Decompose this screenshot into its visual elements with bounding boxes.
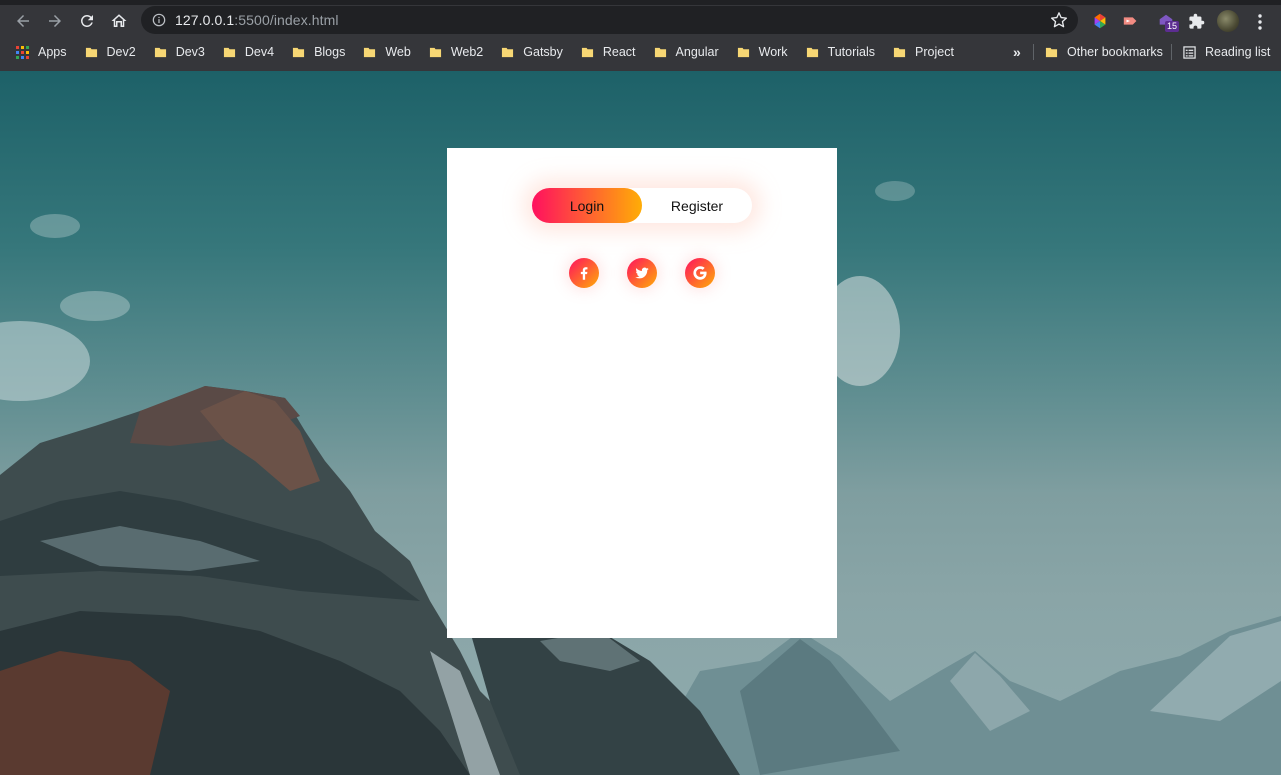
extension-badge: 15: [1165, 21, 1180, 32]
url-path: :5500/index.html: [234, 12, 339, 28]
bookmark-folder-dev2[interactable]: Dev2: [85, 45, 136, 59]
bookmarks-divider: [1033, 36, 1034, 68]
folder-icon: [154, 47, 166, 57]
folder-icon: [502, 47, 514, 57]
folder-icon: [1045, 47, 1058, 57]
browser-chrome: 127.0.0.1:5500/index.html 15 Apps Dev2 D…: [0, 0, 1281, 71]
url-host: 127.0.0.1: [175, 12, 235, 28]
forward-button[interactable]: [42, 8, 68, 34]
bookmark-label: Tutorials: [827, 45, 876, 59]
folder-icon: [654, 47, 666, 57]
bookmark-folder-angular[interactable]: Angular: [654, 45, 719, 59]
login-tab-button[interactable]: Login: [532, 188, 642, 223]
folder-icon: [292, 47, 305, 57]
bookmark-label: Web: [385, 45, 411, 59]
bookmark-folder-web2[interactable]: Web2: [429, 45, 483, 59]
twitter-login-button[interactable]: [627, 258, 657, 288]
bookmark-label: Gatsby: [523, 45, 563, 59]
other-bookmarks-label: Other bookmarks: [1067, 45, 1163, 59]
puzzle-extensions-icon[interactable]: [1186, 11, 1206, 31]
bookmark-label: React: [602, 45, 636, 59]
reading-list-button[interactable]: Reading list: [1183, 36, 1270, 68]
folder-icon: [806, 47, 818, 57]
bookmark-folder-web[interactable]: Web: [363, 45, 411, 59]
bookmark-folder-dev4[interactable]: Dev4: [223, 45, 274, 59]
bookmark-star-icon[interactable]: [1050, 11, 1068, 29]
bookmark-folder-dev3[interactable]: Dev3: [154, 45, 205, 59]
video-extension-icon[interactable]: [1121, 11, 1141, 31]
bookmarks-bar: Apps Dev2 Dev3 Dev4 Blogs Web Web2 Gatsb…: [0, 36, 1281, 68]
other-bookmarks-folder[interactable]: Other bookmarks: [1045, 36, 1163, 68]
reload-icon: [80, 14, 93, 27]
bookmark-folder-react[interactable]: React: [581, 45, 636, 59]
google-login-button[interactable]: [685, 258, 715, 288]
folder-icon: [85, 47, 97, 57]
twitter-icon: [635, 267, 649, 279]
facebook-login-button[interactable]: [569, 258, 599, 288]
folder-icon: [364, 47, 376, 57]
bookmark-label: Blogs: [314, 45, 346, 59]
profile-avatar[interactable]: [1217, 10, 1239, 32]
auth-card: Login Register: [447, 148, 837, 638]
bookmark-folder-work[interactable]: Work: [737, 45, 788, 59]
page-viewport: Login Register: [0, 71, 1281, 775]
bookmark-folder-project[interactable]: Project: [893, 45, 954, 59]
bookmark-label: Angular: [675, 45, 719, 59]
bookmark-folder-blogs[interactable]: Blogs: [292, 45, 345, 59]
reading-list-icon: [1183, 45, 1196, 59]
home-button[interactable]: [106, 8, 132, 34]
folder-icon: [223, 47, 235, 57]
bookmark-label: Dev2: [106, 45, 136, 59]
forward-arrow-icon: [49, 14, 61, 27]
bookmark-label: Dev3: [175, 45, 205, 59]
reading-list-label: Reading list: [1205, 45, 1271, 59]
browser-toolbar: 127.0.0.1:5500/index.html 15: [0, 5, 1281, 36]
bookmark-folder-tutorials[interactable]: Tutorials: [806, 45, 875, 59]
folder-icon: [893, 47, 906, 57]
register-tab-button[interactable]: Register: [642, 188, 752, 223]
back-arrow-icon: [17, 14, 29, 27]
url-text: 127.0.0.1:5500/index.html: [175, 12, 339, 28]
folder-icon: [581, 47, 593, 57]
google-icon: [693, 266, 707, 280]
color-picker-extension-icon[interactable]: [1090, 11, 1110, 31]
bookmark-label: Work: [758, 45, 788, 59]
auth-tab-toggle: Login Register: [532, 188, 752, 223]
folder-icon: [429, 47, 441, 57]
bookmark-folder-gatsby[interactable]: Gatsby: [501, 45, 563, 59]
back-button[interactable]: [10, 8, 36, 34]
bookmark-label: Dev4: [244, 45, 275, 59]
bookmark-label: Web2: [450, 45, 484, 59]
bookmark-label: Apps: [38, 45, 67, 59]
reload-button[interactable]: [74, 8, 100, 34]
overflow-chevron-icon: »: [1013, 44, 1021, 60]
facebook-icon: [580, 267, 588, 280]
apps-grid-icon: [16, 45, 29, 59]
bookmark-apps[interactable]: Apps: [16, 45, 67, 59]
bookmark-label: Project: [915, 45, 954, 59]
home-icon: [111, 13, 127, 27]
address-bar[interactable]: 127.0.0.1:5500/index.html: [141, 6, 1078, 34]
site-info-icon[interactable]: [151, 12, 167, 28]
bookmarks-overflow-button[interactable]: »: [1013, 36, 1021, 68]
browser-menu-icon[interactable]: [1254, 13, 1266, 31]
extension-with-badge-icon[interactable]: 15: [1156, 11, 1180, 32]
reading-list-divider: [1171, 36, 1172, 68]
folder-icon: [737, 47, 749, 57]
